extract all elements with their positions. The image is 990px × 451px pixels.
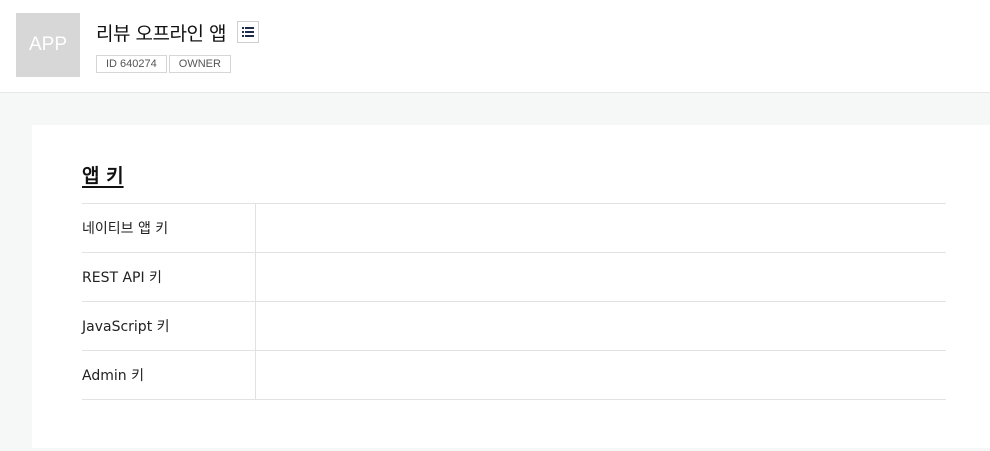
key-value[interactable] (256, 204, 946, 252)
app-thumbnail-text: APP (28, 34, 68, 55)
key-row-admin: Admin 키 (82, 351, 946, 400)
app-badges: ID 640274 OWNER (96, 55, 233, 73)
app-keys-card: 앱 키 네이티브 앱 키 REST API 키 JavaScript 키 Adm… (32, 125, 990, 448)
title-row: 리뷰 오프라인 앱 (96, 18, 259, 46)
key-value[interactable] (256, 253, 946, 301)
key-row-javascript: JavaScript 키 (82, 302, 946, 351)
app-header: APP 리뷰 오프라인 앱 ID 640274 OWNER (0, 0, 990, 93)
key-row-rest-api: REST API 키 (82, 253, 946, 302)
key-value[interactable] (256, 302, 946, 350)
key-label: JavaScript 키 (82, 302, 256, 350)
list-icon (241, 27, 254, 37)
key-label: REST API 키 (82, 253, 256, 301)
section-title: 앱 키 (82, 165, 124, 187)
app-list-button[interactable] (236, 21, 259, 43)
key-label: Admin 키 (82, 351, 256, 399)
key-label: 네이티브 앱 키 (82, 204, 256, 252)
key-row-native: 네이티브 앱 키 (82, 204, 946, 253)
app-keys-table: 네이티브 앱 키 REST API 키 JavaScript 키 Admin 키 (82, 203, 946, 400)
app-thumbnail: APP (16, 13, 80, 77)
role-badge: OWNER (168, 55, 231, 73)
app-id-badge: ID 640274 (96, 55, 167, 73)
key-value[interactable] (256, 351, 946, 399)
app-title: 리뷰 오프라인 앱 (96, 22, 226, 45)
